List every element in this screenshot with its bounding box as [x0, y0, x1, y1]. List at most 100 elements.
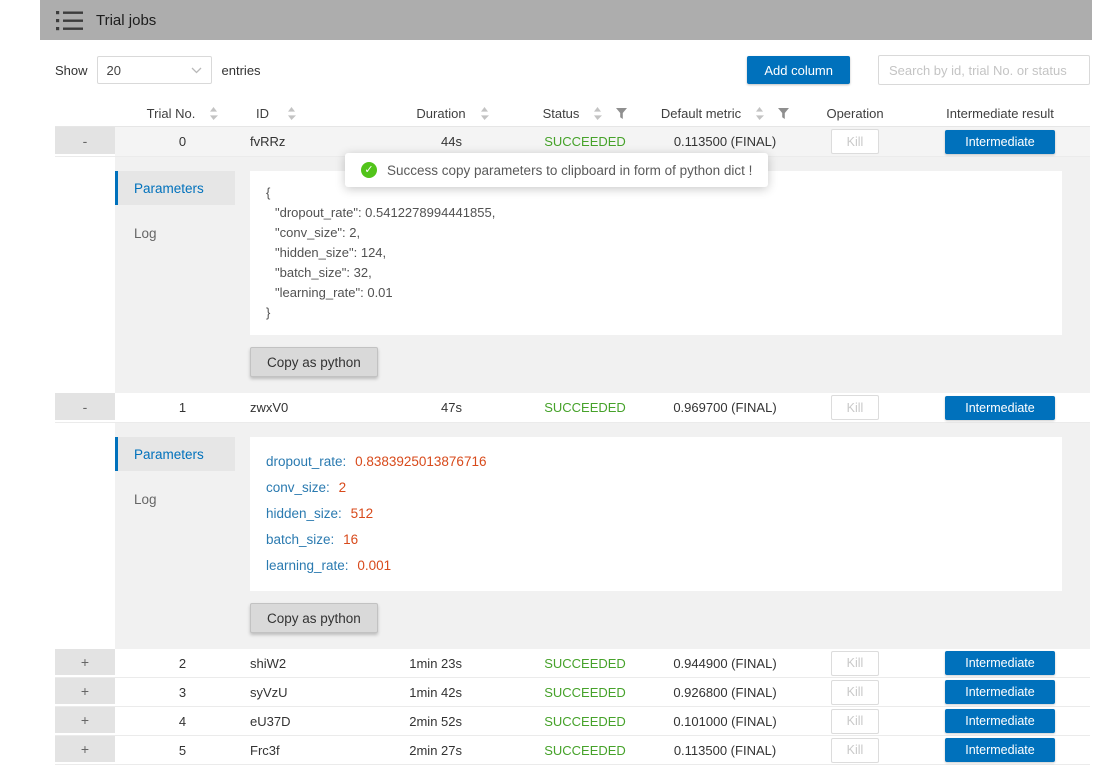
- trial-id-cell: zwxV0: [250, 400, 385, 415]
- sort-icon[interactable]: [593, 107, 602, 120]
- table-header-row: Trial No. ID Duration Status Default met…: [55, 101, 1090, 127]
- collapse-row-button[interactable]: -: [55, 127, 115, 154]
- intermediate-button[interactable]: Intermediate: [945, 651, 1055, 675]
- parameter-line: learning_rate: 0.001: [266, 553, 1046, 579]
- trial-no-cell: 2: [115, 656, 250, 671]
- column-header-id: ID: [250, 106, 385, 121]
- tab-log[interactable]: Log: [115, 492, 235, 507]
- json-line: "dropout_rate": 0.5412278994441855,: [266, 203, 1046, 223]
- parameter-line: conv_size: 2: [266, 475, 1046, 501]
- metric-cell: 0.113500 (FINAL): [650, 134, 800, 149]
- status-cell: SUCCEEDED: [520, 714, 650, 729]
- sort-icon[interactable]: [755, 107, 764, 120]
- toast-notification: ✓ Success copy parameters to clipboard i…: [345, 153, 768, 187]
- status-cell: SUCCEEDED: [520, 400, 650, 415]
- metric-cell: 0.101000 (FINAL): [650, 714, 800, 729]
- intermediate-button[interactable]: Intermediate: [945, 130, 1055, 154]
- parameters-list-box: dropout_rate: 0.8383925013876716 conv_si…: [250, 437, 1062, 591]
- parameter-key: learning_rate:: [266, 558, 349, 573]
- kill-button[interactable]: Kill: [831, 709, 879, 734]
- trial-no-cell: 1: [115, 400, 250, 415]
- parameter-line: batch_size: 16: [266, 527, 1046, 553]
- toast-message: Success copy parameters to clipboard in …: [387, 163, 752, 178]
- detail-tabs: Parameters Log: [115, 423, 235, 649]
- expand-row-button[interactable]: +: [55, 678, 115, 704]
- copy-as-python-button[interactable]: Copy as python: [250, 603, 378, 633]
- detail-tabs: Parameters Log: [115, 157, 235, 393]
- intermediate-button[interactable]: Intermediate: [945, 738, 1055, 762]
- show-label: Show: [55, 63, 88, 78]
- json-line: "learning_rate": 0.01: [266, 283, 1046, 303]
- toolbar: Show 20 entries Add column: [55, 55, 1090, 85]
- status-header-label[interactable]: Status: [543, 106, 580, 121]
- trial-no-cell: 3: [115, 685, 250, 700]
- trial-no-cell: 0: [115, 134, 250, 149]
- metric-cell: 0.926800 (FINAL): [650, 685, 800, 700]
- entries-label: entries: [222, 63, 261, 78]
- table-row: + 4 eU37D 2min 52s SUCCEEDED 0.101000 (F…: [55, 707, 1090, 736]
- trial-id-cell: syVzU: [250, 685, 385, 700]
- filter-icon[interactable]: [778, 108, 789, 119]
- kill-button[interactable]: Kill: [831, 651, 879, 676]
- trial-detail-panel: Parameters Log { "dropout_rate": 0.54122…: [115, 157, 1090, 393]
- trial-no-header-label[interactable]: Trial No.: [147, 106, 196, 121]
- duration-header-label[interactable]: Duration: [416, 106, 465, 121]
- chevron-down-icon: [191, 67, 202, 74]
- add-column-button[interactable]: Add column: [747, 56, 850, 84]
- kill-button[interactable]: Kill: [831, 129, 879, 154]
- page-size-select[interactable]: 20: [97, 56, 212, 84]
- parameter-value: 0.001: [357, 558, 391, 573]
- json-line: "conv_size": 2,: [266, 223, 1046, 243]
- page-size-value: 20: [107, 63, 121, 78]
- kill-button[interactable]: Kill: [831, 395, 879, 420]
- trial-id-cell: shiW2: [250, 656, 385, 671]
- expand-row-button[interactable]: +: [55, 707, 115, 733]
- intermediate-button[interactable]: Intermediate: [945, 680, 1055, 704]
- search-input[interactable]: [878, 55, 1090, 85]
- json-line: "hidden_size": 124,: [266, 243, 1046, 263]
- metric-cell: 0.944900 (FINAL): [650, 656, 800, 671]
- kill-button[interactable]: Kill: [831, 738, 879, 763]
- status-cell: SUCCEEDED: [520, 134, 650, 149]
- column-header-operation: Operation: [800, 106, 910, 121]
- kill-button[interactable]: Kill: [831, 680, 879, 705]
- id-header-label[interactable]: ID: [256, 106, 269, 121]
- filter-icon[interactable]: [616, 108, 627, 119]
- intermediate-button[interactable]: Intermediate: [945, 709, 1055, 733]
- trial-jobs-table: Trial No. ID Duration Status Default met…: [55, 101, 1090, 765]
- collapse-row-button[interactable]: -: [55, 393, 115, 420]
- tab-parameters[interactable]: Parameters: [115, 437, 235, 471]
- default-metric-header-label[interactable]: Default metric: [661, 106, 741, 121]
- expand-row-button[interactable]: +: [55, 736, 115, 762]
- status-cell: SUCCEEDED: [520, 656, 650, 671]
- detail-body: dropout_rate: 0.8383925013876716 conv_si…: [235, 423, 1090, 649]
- status-cell: SUCCEEDED: [520, 743, 650, 758]
- parameter-value: 0.8383925013876716: [355, 454, 486, 469]
- duration-cell: 44s: [385, 134, 520, 149]
- page-title: Trial jobs: [96, 12, 156, 29]
- parameter-key: conv_size:: [266, 480, 330, 495]
- expand-row-button[interactable]: +: [55, 649, 115, 675]
- parameter-value: 2: [339, 480, 347, 495]
- detail-body: { "dropout_rate": 0.5412278994441855, "c…: [235, 157, 1090, 393]
- status-cell: SUCCEEDED: [520, 685, 650, 700]
- table-row: + 3 syVzU 1min 42s SUCCEEDED 0.926800 (F…: [55, 678, 1090, 707]
- tab-parameters[interactable]: Parameters: [115, 171, 235, 205]
- sort-icon[interactable]: [480, 107, 489, 120]
- parameter-line: dropout_rate: 0.8383925013876716: [266, 449, 1046, 475]
- intermediate-button[interactable]: Intermediate: [945, 396, 1055, 420]
- table-row: + 5 Frc3f 2min 27s SUCCEEDED 0.113500 (F…: [55, 736, 1090, 765]
- tab-log[interactable]: Log: [115, 226, 235, 241]
- metric-cell: 0.113500 (FINAL): [650, 743, 800, 758]
- duration-cell: 1min 23s: [385, 656, 520, 671]
- column-header-intermediate-result: Intermediate result: [910, 106, 1090, 121]
- success-check-icon: ✓: [361, 162, 377, 178]
- copy-as-python-button[interactable]: Copy as python: [250, 347, 378, 377]
- sort-icon[interactable]: [287, 107, 296, 120]
- table-row: + 2 shiW2 1min 23s SUCCEEDED 0.944900 (F…: [55, 649, 1090, 678]
- duration-cell: 1min 42s: [385, 685, 520, 700]
- sort-icon[interactable]: [209, 107, 218, 120]
- trial-id-cell: Frc3f: [250, 743, 385, 758]
- parameter-value: 16: [343, 532, 358, 547]
- list-menu-icon: [56, 10, 83, 31]
